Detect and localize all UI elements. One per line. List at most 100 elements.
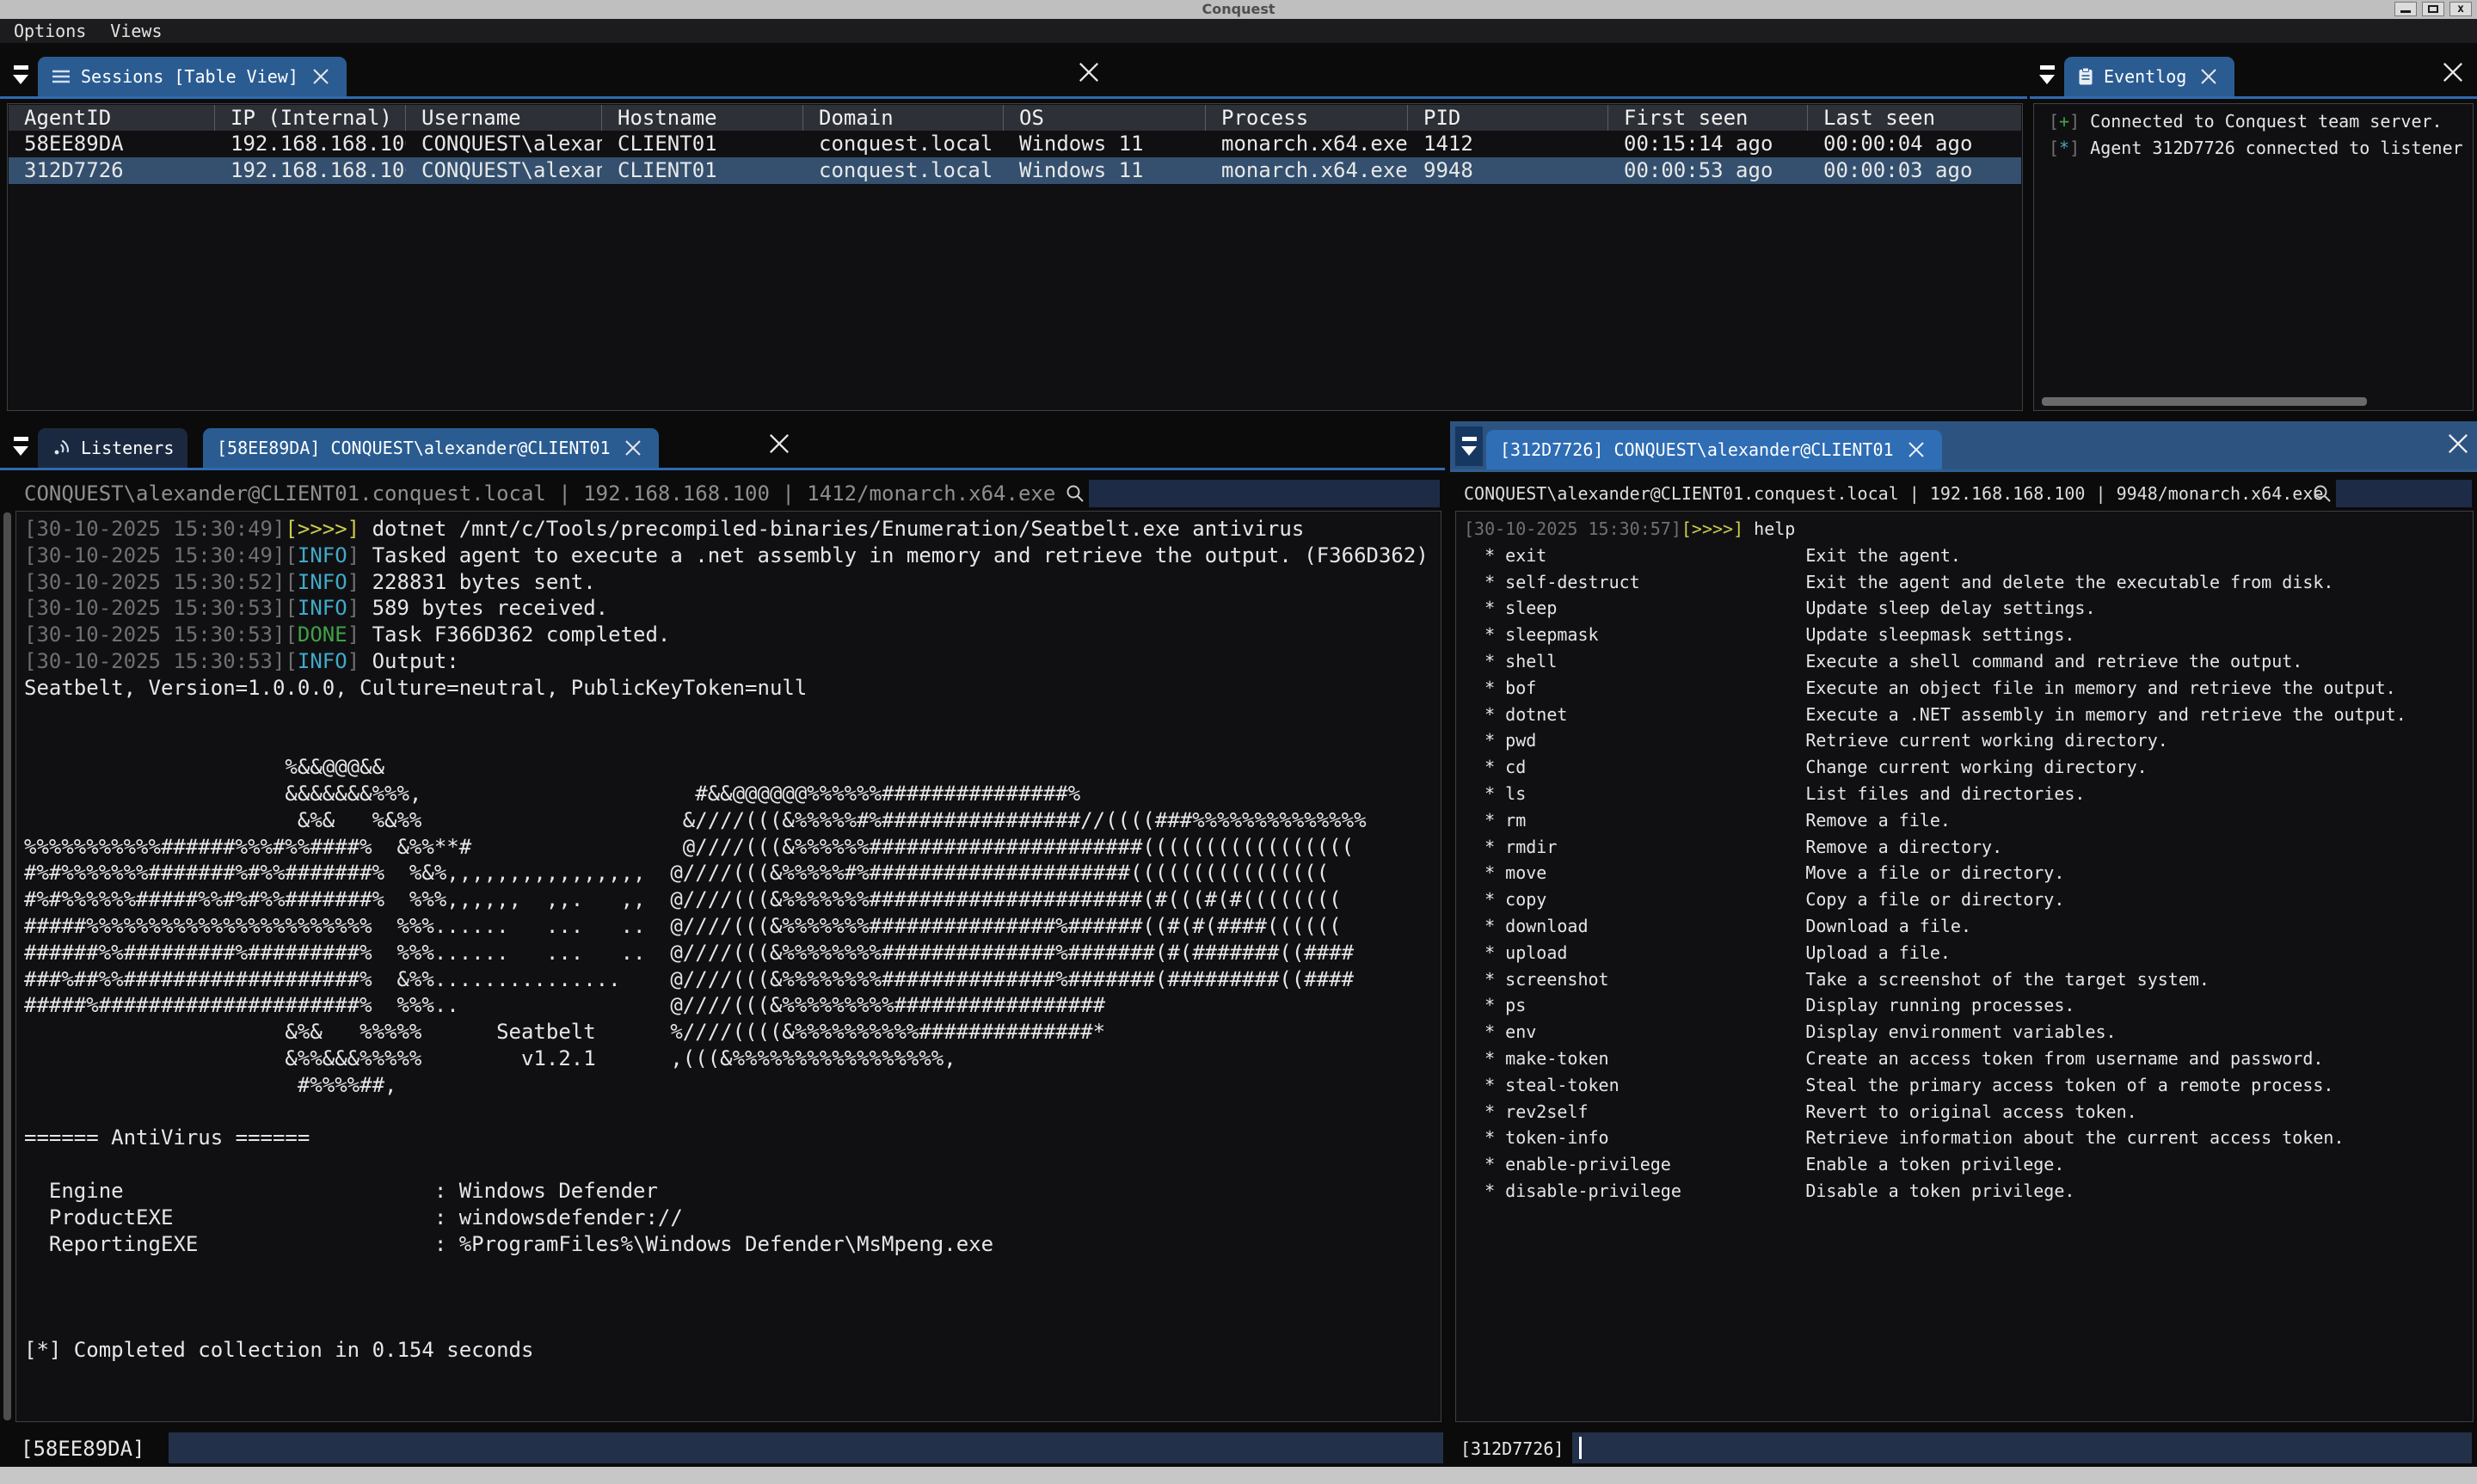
terminal-line: * pwd Retrieve current working directory…: [1464, 727, 2406, 754]
terminal-line: * bof Execute an object file in memory a…: [1464, 675, 2406, 702]
terminal-line: [24, 1310, 1429, 1337]
table-cell: 192.168.168.100: [215, 157, 406, 184]
left-search-input[interactable]: [1089, 480, 1440, 507]
tab-close-icon[interactable]: [2197, 64, 2221, 89]
terminal-line: * dotnet Execute a .NET assembly in memo…: [1464, 702, 2406, 728]
terminal-line: * disable-privilege Disable a token priv…: [1464, 1178, 2406, 1205]
terminal-line: [24, 1151, 1429, 1178]
right-search-input[interactable]: [2336, 480, 2472, 507]
chevron-down-icon: [2039, 75, 2055, 84]
close-window-button[interactable]: x: [2449, 2, 2472, 16]
right-agent-status: CONQUEST\alexander@CLIENT01.conquest.loc…: [1464, 480, 2323, 507]
maximize-icon: [2428, 5, 2438, 13]
eventlog-horizontal-scrollbar[interactable]: [2042, 397, 2367, 406]
tab-sessions-label: Sessions [Table View]: [81, 66, 298, 87]
minimize-button[interactable]: [2394, 2, 2417, 16]
search-icon: [2312, 483, 2333, 504]
tab-close-icon[interactable]: [1904, 438, 1928, 462]
terminal-line: &%& %%%%% Seatbelt %////((((&%%%%%%%%%%#…: [24, 1019, 1429, 1046]
right-panel-close-button[interactable]: [2446, 432, 2470, 459]
table-row[interactable]: 312D7726192.168.168.100CONQUEST\alexande…: [9, 157, 2021, 184]
chevron-down-icon: [14, 65, 28, 70]
column-header[interactable]: Process: [1206, 105, 1408, 131]
terminal-line: [*] Completed collection in 0.154 second…: [24, 1337, 1429, 1364]
tab-listeners[interactable]: Listeners: [38, 428, 187, 468]
tab-agent-label: [312D7726] CONQUEST\alexander@CLIENT01: [1500, 439, 1894, 460]
sessions-panel-dropdown[interactable]: [7, 55, 34, 95]
terminal-line: [30-10-2025 15:30:57][>>>>] help: [1464, 516, 2406, 543]
sessions-table: AgentIDIP (Internal)UsernameHostnameDoma…: [7, 103, 2023, 411]
right-prompt-label: [312D7726]: [1460, 1434, 1564, 1463]
window-title: Conquest: [0, 0, 2477, 19]
left-terminal-scrollbar[interactable]: [3, 512, 11, 1420]
terminal-line: ###%##%%###################% &%%........…: [24, 966, 1429, 993]
right-command-input[interactable]: [1572, 1432, 2472, 1463]
terminal-line: * token-info Retrieve information about …: [1464, 1125, 2406, 1151]
list-icon: [52, 69, 71, 84]
bottom-edge: [0, 1467, 2477, 1484]
terminal-line: * enable-privilege Enable a token privil…: [1464, 1151, 2406, 1178]
column-header[interactable]: Last seen: [1808, 105, 2021, 131]
terminal-line: * env Display environment variables.: [1464, 1019, 2406, 1046]
sessions-table-header: AgentIDIP (Internal)UsernameHostnameDoma…: [9, 105, 2021, 131]
chevron-down-icon: [1462, 437, 1477, 441]
table-cell: Windows 11: [1004, 131, 1206, 157]
chevron-down-icon: [13, 75, 28, 84]
terminal-line: [30-10-2025 15:30:53][DONE] Task F366D36…: [24, 622, 1429, 648]
table-cell: CLIENT01: [602, 131, 803, 157]
column-header[interactable]: Hostname: [602, 105, 803, 131]
table-cell: CONQUEST\alexander: [406, 131, 602, 157]
column-header[interactable]: OS: [1004, 105, 1206, 131]
terminal-line: [30-10-2025 15:30:52][INFO] 228831 bytes…: [24, 569, 1429, 596]
sessions-panel-close-button[interactable]: [1077, 60, 1101, 88]
left-prompt-label: [58EE89DA]: [21, 1434, 145, 1463]
column-header[interactable]: AgentID: [9, 105, 215, 131]
terminal-line: #%%%%##,: [24, 1072, 1429, 1099]
terminal-line: [24, 702, 1429, 728]
eventlog-panel-close-button[interactable]: [2441, 60, 2465, 88]
right-panel-dropdown[interactable]: [1455, 426, 1483, 466]
titlebar[interactable]: Conquest x: [0, 0, 2477, 19]
chevron-down-icon: [14, 437, 28, 441]
left-panel-dropdown[interactable]: [7, 426, 34, 466]
table-cell: 00:00:03 ago: [1808, 157, 2021, 184]
tab-close-icon[interactable]: [309, 64, 333, 89]
left-panel-close-button[interactable]: [767, 432, 791, 459]
tab-eventlog[interactable]: Eventlog: [2064, 57, 2234, 96]
left-terminal-output: [30-10-2025 15:30:49][>>>>] dotnet /mnt/…: [24, 516, 1429, 1364]
table-row[interactable]: 58EE89DA192.168.168.100CONQUEST\alexande…: [9, 131, 2021, 157]
chevron-down-icon: [1461, 446, 1477, 456]
menu-item[interactable]: Options: [14, 21, 86, 41]
terminal-line: ######%%#########%#########% %%%...... .…: [24, 940, 1429, 966]
terminal-line: * make-token Create an access token from…: [1464, 1046, 2406, 1072]
tab-agent-58EE89DA[interactable]: [58EE89DA] CONQUEST\alexander@CLIENT01: [203, 428, 659, 468]
tab-sessions[interactable]: Sessions [Table View]: [38, 57, 347, 96]
left-command-input[interactable]: [169, 1432, 1443, 1463]
terminal-line: #####%#####################% %%%.. @////…: [24, 992, 1429, 1019]
terminal-line: * move Move a file or directory.: [1464, 860, 2406, 886]
sessions-table-body: 58EE89DA192.168.168.100CONQUEST\alexande…: [9, 131, 2021, 184]
tab-listeners-label: Listeners: [81, 438, 174, 458]
table-cell: 00:00:53 ago: [1608, 157, 1808, 184]
column-header[interactable]: Domain: [803, 105, 1004, 131]
menu-item[interactable]: Views: [110, 21, 162, 41]
eventlog-panel-dropdown[interactable]: [2033, 55, 2061, 95]
column-header[interactable]: First seen: [1608, 105, 1808, 131]
terminal-line: * ps Display running processes.: [1464, 992, 2406, 1019]
terminal-line: #####%%%%%%%%%%%%%%%%%%%%%%% %%%...... .…: [24, 913, 1429, 940]
column-header[interactable]: PID: [1408, 105, 1608, 131]
terminal-line: * rmdir Remove a directory.: [1464, 834, 2406, 861]
terminal-line: [24, 727, 1429, 754]
search-icon: [1065, 483, 1085, 504]
tab-agent-312D7726[interactable]: [312D7726] CONQUEST\alexander@CLIENT01: [1486, 430, 1942, 469]
table-cell: 9948: [1408, 157, 1608, 184]
column-header[interactable]: IP (Internal): [215, 105, 406, 131]
maximize-button[interactable]: [2422, 2, 2444, 16]
conquest-window: Conquest x Options Views Sessions [Table …: [0, 0, 2477, 1484]
column-header[interactable]: Username: [406, 105, 602, 131]
menubar-items: Options Views: [0, 19, 2477, 43]
left-tabbar-underline: [0, 468, 1445, 470]
tab-close-icon[interactable]: [621, 436, 645, 460]
left-agent-status: CONQUEST\alexander@CLIENT01.conquest.loc…: [24, 480, 1055, 507]
right-terminal-output: [30-10-2025 15:30:57][>>>>] help * exit …: [1464, 516, 2406, 1205]
